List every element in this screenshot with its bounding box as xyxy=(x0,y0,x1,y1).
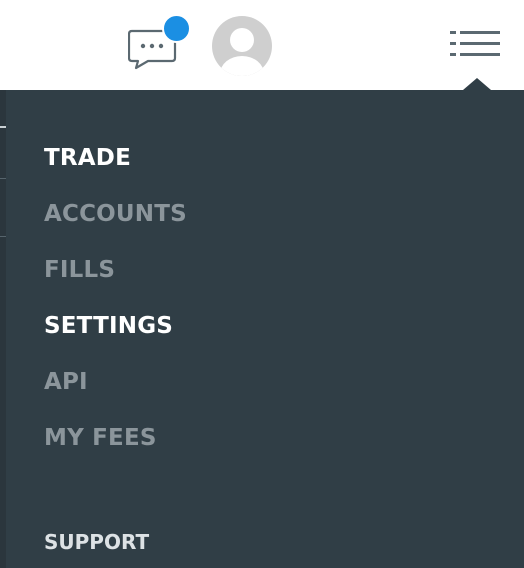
menu-item-accounts[interactable]: ACCOUNTS xyxy=(44,201,187,227)
menu-item-api[interactable]: API xyxy=(44,369,88,395)
navigation-dropdown: TRADE ACCOUNTS FILLS SETTINGS API MY FEE… xyxy=(6,90,524,568)
messages-button[interactable] xyxy=(128,14,191,70)
menu-list-icon xyxy=(450,31,500,56)
menu-item-fills[interactable]: FILLS xyxy=(44,257,115,283)
user-avatar-icon xyxy=(220,28,264,76)
menu-toggle-button[interactable] xyxy=(444,28,502,62)
top-bar xyxy=(0,0,524,90)
menu-item-trade[interactable]: TRADE xyxy=(44,145,131,171)
dropdown-caret xyxy=(463,78,491,90)
menu-item-support[interactable]: SUPPORT xyxy=(44,530,149,554)
app-window: TRADE ACCOUNTS FILLS SETTINGS API MY FEE… xyxy=(0,0,524,568)
menu-item-settings[interactable]: SETTINGS xyxy=(44,313,173,339)
menu-item-my-fees[interactable]: MY FEES xyxy=(44,425,157,451)
notification-badge xyxy=(162,14,191,43)
user-avatar[interactable] xyxy=(212,16,272,76)
